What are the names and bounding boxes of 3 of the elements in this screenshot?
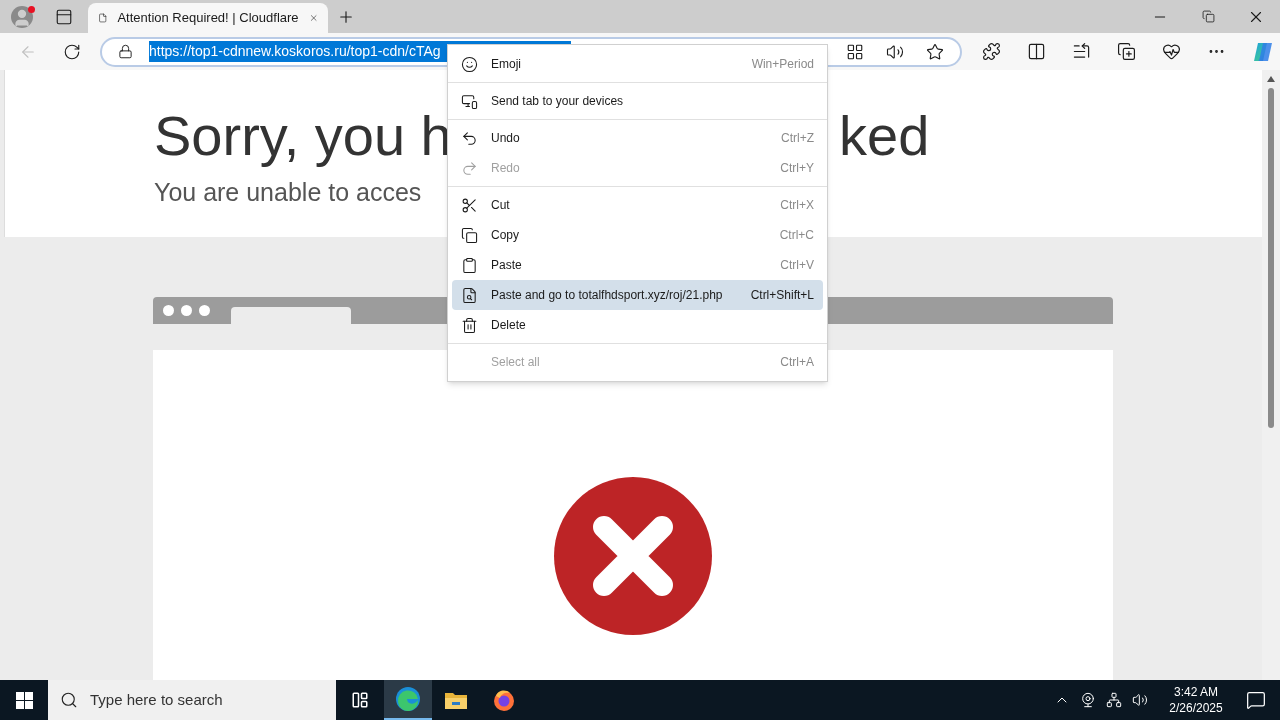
tab-title: Attention Required! | Cloudflare bbox=[117, 9, 299, 28]
subtitle: You are unable to acces bbox=[154, 177, 422, 208]
headline: ked bbox=[839, 108, 930, 164]
